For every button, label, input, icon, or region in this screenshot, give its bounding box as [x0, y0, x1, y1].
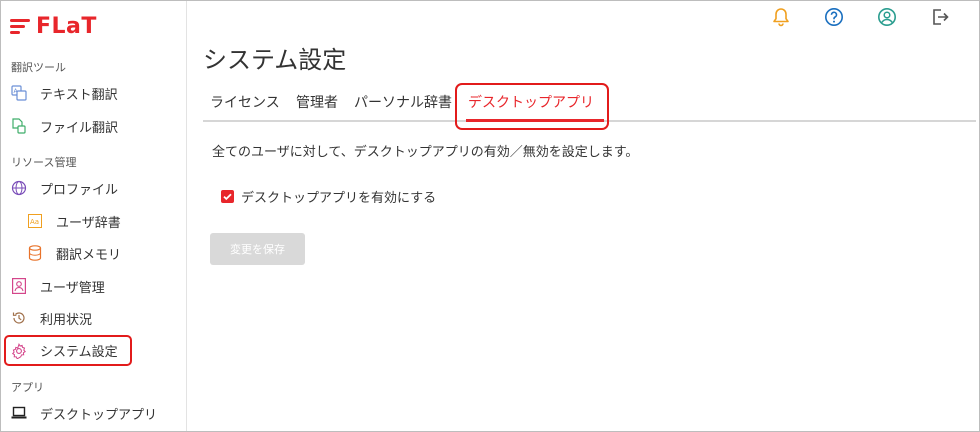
logout-icon [930, 7, 950, 31]
sidebar-item-label: テキスト翻訳 [40, 87, 118, 103]
enable-desktop-app-checkbox[interactable] [221, 190, 234, 203]
file-translate-icon [11, 118, 27, 134]
sidebar-item-user-dictionary[interactable]: Aa ユーザ辞書 [4, 207, 184, 235]
dictionary-icon: Aa [27, 213, 43, 229]
sidebar-item-file-translate[interactable]: ファイル翻訳 [4, 112, 184, 140]
sidebar-item-label: ファイル翻訳 [40, 120, 119, 136]
sidebar-item-usage-status[interactable]: 利用状況 [4, 304, 184, 332]
tab-personal-dictionary[interactable]: パーソナル辞書 [354, 92, 452, 112]
enable-desktop-app-option[interactable]: デスクトップアプリを有効にする [221, 187, 436, 206]
help-icon [824, 7, 844, 31]
sidebar-item-label: デスクトップアプリ [40, 407, 158, 423]
globe-icon [11, 180, 27, 196]
checkmark-icon [223, 193, 232, 201]
sidebar-item-desktop-app[interactable]: デスクトップアプリ [4, 399, 184, 427]
section-label-resource-management: リソース管理 [11, 156, 77, 169]
sidebar-item-label: ユーザ辞書 [56, 215, 121, 231]
database-icon [27, 245, 43, 261]
page-title: システム設定 [203, 46, 347, 74]
account-button[interactable] [860, 8, 913, 30]
user-card-icon [11, 278, 27, 294]
history-icon [11, 310, 27, 326]
sidebar-item-system-settings[interactable]: システム設定 [4, 335, 132, 366]
settings-description: 全てのユーザに対して、デスクトップアプリの有効／無効を設定します。 [212, 145, 639, 160]
tab-highlight-annotation [455, 83, 609, 130]
help-button[interactable] [807, 8, 860, 30]
sidebar-item-label: ユーザ管理 [40, 280, 105, 296]
sidebar-item-translation-memory[interactable]: 翻訳メモリ [4, 239, 184, 267]
text-translate-icon: A [11, 85, 27, 101]
account-icon [877, 7, 897, 31]
save-changes-button[interactable]: 変更を保存 [210, 233, 305, 265]
sidebar-item-user-management[interactable]: ユーザ管理 [4, 272, 184, 300]
sidebar-item-label: プロファイル [40, 182, 119, 198]
section-label-apps: アプリ [11, 381, 44, 394]
tab-administrators[interactable]: 管理者 [296, 92, 338, 112]
sidebar-item-label: 翻訳メモリ [56, 247, 122, 263]
enable-desktop-app-label: デスクトップアプリを有効にする [241, 191, 437, 206]
laptop-icon [11, 405, 27, 421]
top-toolbar [754, 8, 966, 30]
logo-text: FLaT [36, 13, 97, 39]
sidebar-item-profile[interactable]: プロファイル [4, 174, 184, 202]
notifications-button[interactable] [754, 8, 807, 30]
sidebar: FLaT 翻訳ツール A テキスト翻訳 ファイル翻訳 リソース管理 プロファイル… [1, 1, 187, 431]
sidebar-item-label: システム設定 [40, 345, 118, 360]
sidebar-item-label: 利用状況 [40, 312, 93, 328]
sidebar-item-text-translate[interactable]: A テキスト翻訳 [4, 79, 184, 107]
brand-logo[interactable]: FLaT [10, 13, 97, 39]
gear-icon [11, 342, 27, 359]
logout-button[interactable] [913, 8, 966, 30]
logo-mark-icon [10, 16, 32, 36]
bell-icon [772, 7, 790, 31]
section-label-translation-tools: 翻訳ツール [11, 61, 66, 74]
svg-text:Aa: Aa [30, 218, 39, 226]
tab-license[interactable]: ライセンス [210, 92, 280, 112]
